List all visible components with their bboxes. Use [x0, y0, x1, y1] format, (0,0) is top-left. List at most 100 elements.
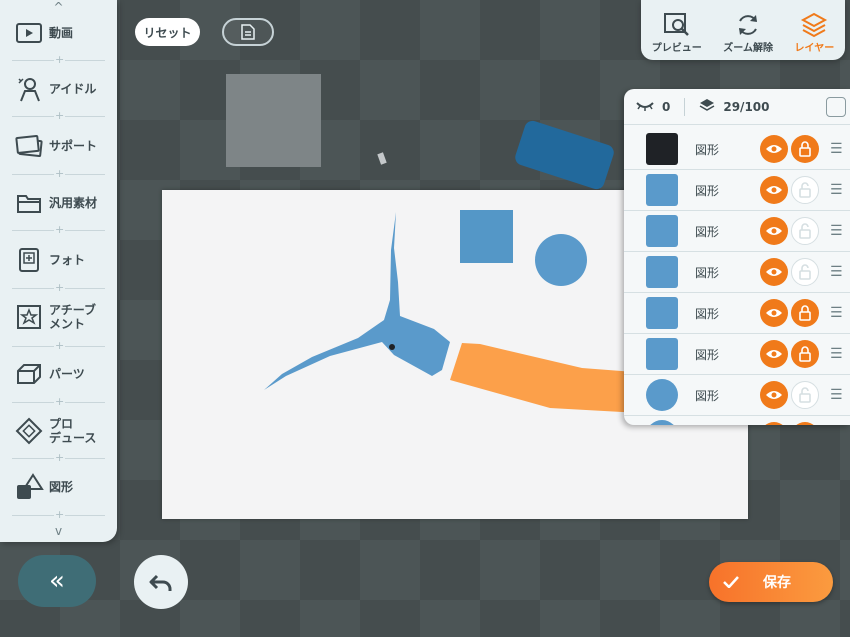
sidebar-item-video[interactable]: 動画 — [0, 8, 117, 58]
sidebar-divider — [12, 167, 105, 181]
layer-row[interactable]: 図形 ☰ — [624, 211, 850, 252]
unlock-icon[interactable] — [791, 258, 819, 286]
sidebar-item-label: フォト — [49, 253, 86, 267]
layer-row[interactable] — [624, 416, 850, 425]
reset-button[interactable]: リセット — [135, 18, 200, 46]
save-label: 保存 — [763, 575, 791, 591]
layer-thumbnail — [646, 297, 678, 329]
sidebar-divider — [12, 395, 105, 409]
undo-button[interactable] — [134, 555, 188, 609]
layer-thumbnail — [646, 256, 678, 288]
blue-square-shape — [460, 210, 513, 263]
unlock-icon[interactable] — [791, 217, 819, 245]
unlock-icon[interactable] — [791, 176, 819, 204]
zoom-reset-button[interactable]: ズーム解除 — [723, 11, 773, 54]
sidebar-item-label: アイドル — [49, 82, 97, 96]
lock-icon[interactable] — [791, 299, 819, 327]
dark-blue-rounded-shape[interactable] — [513, 118, 616, 192]
shape-icon — [14, 472, 44, 502]
visibility-eye-icon[interactable] — [760, 217, 788, 245]
undo-icon — [149, 574, 172, 591]
sidebar-item-label: パーツ — [49, 367, 85, 381]
layer-name: 図形 — [695, 224, 720, 239]
scroll-down-chevron-icon[interactable]: v — [0, 524, 117, 538]
refresh-icon — [733, 11, 763, 39]
drag-handle-icon[interactable]: ☰ — [830, 305, 843, 321]
hidden-eye-icon — [636, 100, 654, 114]
drag-handle-icon[interactable]: ☰ — [830, 223, 843, 239]
drag-handle-icon[interactable]: ☰ — [830, 182, 843, 198]
drag-handle-icon[interactable]: ☰ — [830, 264, 843, 280]
visibility-eye-icon[interactable] — [760, 135, 788, 163]
visibility-eye-icon[interactable] — [760, 299, 788, 327]
sidebar-item-label: 動画 — [49, 26, 74, 40]
layer-name: 図形 — [695, 388, 720, 403]
visibility-eye-icon[interactable] — [760, 422, 788, 425]
small-gray-marker-shape[interactable] — [377, 152, 387, 165]
save-button[interactable]: 保存 — [709, 562, 833, 602]
layer-panel: 0 29/100 図形 ☰ 図形 ☰ 図形 ☰ 図形 ☰ 図形 ☰ 図形 ☰ 図… — [624, 89, 850, 425]
drag-handle-icon[interactable]: ☰ — [830, 346, 843, 362]
sidebar-item-label: プロ デュース — [49, 417, 97, 445]
drag-handle-icon[interactable]: ☰ — [830, 387, 843, 403]
layer-row[interactable]: 図形 ☰ — [624, 170, 850, 211]
layer-thumbnail — [646, 174, 678, 206]
bird-shape — [264, 212, 450, 390]
visibility-eye-icon[interactable] — [760, 258, 788, 286]
sidebar-divider — [12, 53, 105, 67]
layer-row[interactable]: 図形 ☰ — [624, 375, 850, 416]
layer-button[interactable]: レイヤー — [795, 11, 834, 54]
drag-handle-icon[interactable]: ☰ — [830, 141, 843, 157]
zoom-reset-label: ズーム解除 — [723, 43, 773, 54]
sidebar-item-achievement[interactable]: アチーブ メント — [0, 292, 117, 342]
support-icon — [14, 131, 44, 161]
sidebar-item-parts[interactable]: パーツ — [0, 349, 117, 399]
preview-button[interactable]: プレビュー — [652, 11, 702, 54]
unlock-icon[interactable] — [791, 381, 819, 409]
layer-row[interactable]: 図形 ☰ — [624, 129, 850, 170]
layer-name: 図形 — [695, 347, 720, 362]
sidebar-item-label: サポート — [49, 139, 98, 153]
layer-name: 図形 — [695, 265, 720, 280]
sidebar-item-support[interactable]: サポート — [0, 121, 117, 171]
visibility-eye-icon[interactable] — [760, 176, 788, 204]
photo-icon — [14, 245, 44, 275]
header-divider — [684, 97, 686, 116]
lock-icon[interactable] — [791, 340, 819, 368]
gray-square-shape[interactable] — [226, 74, 321, 167]
sidebar-item-general-materials[interactable]: 汎用素材 — [0, 178, 117, 228]
sidebar-item-shape[interactable]: 図形 — [0, 462, 117, 512]
layer-row[interactable]: 図形 ☰ — [624, 293, 850, 334]
produce-icon — [14, 416, 44, 446]
orange-band-shape — [450, 343, 648, 412]
document-button[interactable] — [222, 18, 274, 46]
sidebar-item-produce[interactable]: プロ デュース — [0, 406, 117, 456]
layer-thumbnail — [646, 338, 678, 370]
layer-row[interactable]: 図形 ☰ — [624, 252, 850, 293]
layer-export-button[interactable] — [826, 97, 846, 117]
sidebar-divider — [12, 508, 105, 522]
collapse-sidebar-button[interactable]: « — [18, 555, 96, 607]
layer-row[interactable]: 図形 ☰ — [624, 334, 850, 375]
layer-stack-icon — [699, 98, 715, 115]
idol-icon — [14, 74, 44, 104]
document-icon — [241, 24, 255, 40]
visibility-eye-icon[interactable] — [760, 340, 788, 368]
layer-count: 29/100 — [723, 99, 770, 114]
lock-icon[interactable] — [791, 135, 819, 163]
visibility-eye-icon[interactable] — [760, 381, 788, 409]
layer-name: 図形 — [695, 142, 720, 157]
bird-eye-shape — [389, 344, 395, 350]
sidebar-item-idol[interactable]: アイドル — [0, 64, 117, 114]
layer-name: 図形 — [695, 306, 720, 321]
lock-icon[interactable] — [791, 422, 819, 425]
sidebar-divider — [12, 451, 105, 465]
top-toolbar: プレビュー ズーム解除 レイヤー — [641, 0, 845, 60]
layer-panel-header: 0 29/100 — [624, 89, 850, 125]
blue-circle-shape — [535, 234, 587, 286]
sidebar-item-photo[interactable]: フォト — [0, 235, 117, 285]
sidebar-item-label: 汎用素材 — [49, 196, 98, 210]
video-icon — [14, 18, 44, 48]
sidebar-divider — [12, 339, 105, 353]
sidebar-item-label: 図形 — [49, 480, 74, 494]
